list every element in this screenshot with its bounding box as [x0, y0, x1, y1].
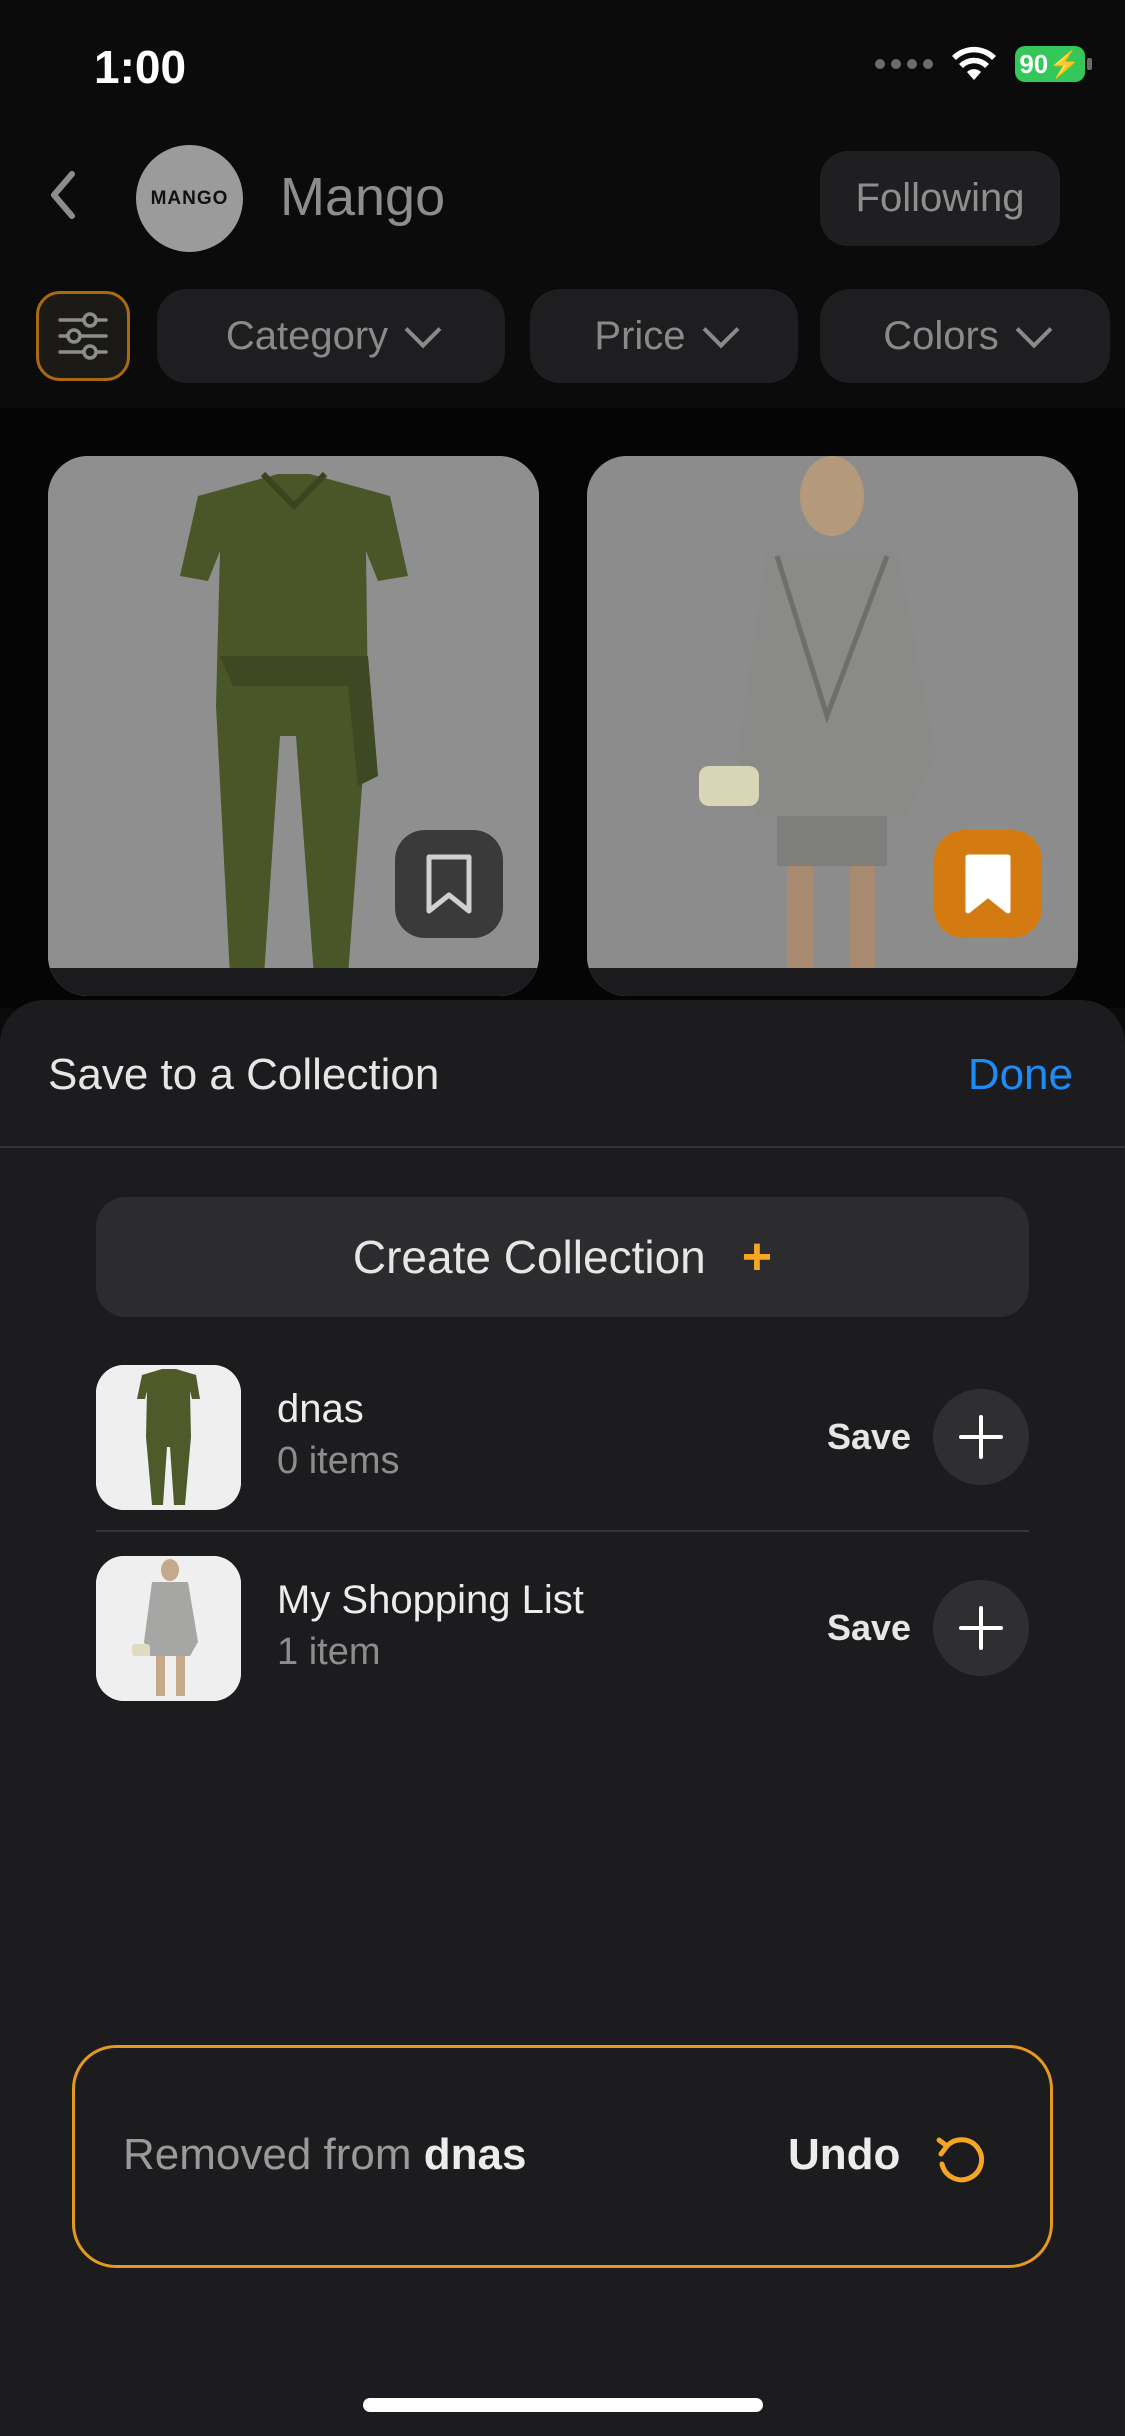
chevron-left-icon	[51, 171, 75, 219]
chevron-down-icon	[702, 311, 739, 349]
save-label: Save	[827, 1416, 912, 1457]
toast-collection-name: dnas	[423, 2130, 527, 2179]
wifi-icon	[952, 46, 996, 80]
bookmark-button[interactable]	[934, 830, 1042, 938]
bookmark-filled-icon	[965, 854, 1011, 914]
removed-toast: Removed from dnas Undo	[72, 2045, 1053, 2268]
battery-level: 90	[1019, 48, 1049, 79]
create-collection-button[interactable]: Create Collection +	[96, 1197, 1029, 1317]
status-time: 1:00	[94, 41, 187, 93]
page-title: Mango	[280, 167, 446, 227]
undo-button[interactable]: Undo	[788, 2130, 900, 2180]
colors-filter-label: Colors	[883, 313, 999, 358]
sheet-title: Save to a Collection	[48, 1050, 440, 1099]
collection-thumbnail	[96, 1365, 241, 1510]
category-filter[interactable]: Category	[157, 289, 505, 383]
plus-icon	[959, 1606, 1003, 1650]
collection-count: 0 items	[277, 1440, 400, 1482]
brand-avatar[interactable]: MANGO	[136, 145, 243, 252]
cellular-signal-icon	[875, 59, 933, 69]
sliders-icon	[58, 312, 108, 360]
filter-settings-button[interactable]	[36, 291, 130, 381]
done-button[interactable]: Done	[968, 1050, 1073, 1100]
add-to-collection-button[interactable]	[933, 1389, 1029, 1485]
product-card[interactable]	[48, 456, 539, 996]
following-button[interactable]: Following	[820, 151, 1060, 246]
plus-icon: +	[741, 1228, 773, 1286]
toast-prefix: Removed from	[123, 2130, 424, 2179]
bookmark-button[interactable]	[395, 830, 503, 938]
brand-logo-text: MANGO	[150, 187, 229, 209]
plus-icon	[959, 1415, 1003, 1459]
category-filter-label: Category	[225, 313, 389, 358]
price-filter-label: Price	[594, 313, 686, 358]
divider	[0, 1146, 1125, 1148]
undo-icon[interactable]	[933, 2132, 989, 2188]
collection-name: My Shopping List	[277, 1578, 584, 1622]
create-collection-label: Create Collection	[352, 1231, 706, 1283]
add-to-collection-button[interactable]	[933, 1580, 1029, 1676]
collection-count: 1 item	[277, 1631, 381, 1673]
home-indicator[interactable]	[363, 2398, 763, 2412]
divider	[96, 1530, 1029, 1532]
product-card[interactable]	[587, 456, 1078, 996]
bookmark-outline-icon	[426, 854, 472, 914]
collection-name: dnas	[277, 1387, 364, 1431]
battery-icon: 90 ⚡	[1015, 46, 1092, 82]
chevron-down-icon	[404, 311, 442, 349]
status-icons: 90 ⚡	[875, 46, 1092, 82]
price-filter[interactable]: Price	[530, 289, 798, 383]
toast-message: Removed from dnas	[123, 2130, 526, 2180]
save-label: Save	[827, 1607, 912, 1648]
chevron-down-icon	[1015, 311, 1053, 349]
collection-thumbnail	[96, 1556, 241, 1701]
collection-row[interactable]: dnas 0 items Save	[96, 1365, 1029, 1510]
back-button[interactable]	[36, 160, 86, 230]
colors-filter[interactable]: Colors	[820, 289, 1110, 383]
collection-row[interactable]: My Shopping List 1 item Save	[96, 1556, 1029, 1701]
